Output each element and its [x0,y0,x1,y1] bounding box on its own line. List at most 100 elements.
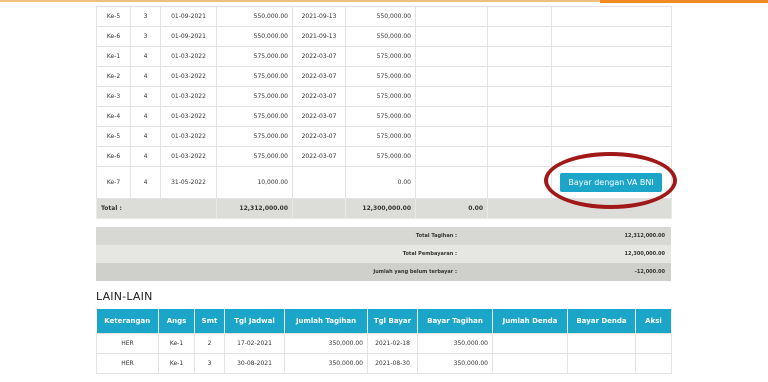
smt-cell: 2 [194,332,225,354]
angs-cell: Ke-1 [158,332,195,354]
aksi-cell [551,86,672,107]
jumlah-tagihan-cell: 575,000.00 [216,66,293,87]
payment-row: Ke-2 4 01-03-2022 575,000.00 2022-03-07 575,0… [96,66,672,87]
payment-row: Ke-3 4 01-03-2022 575,000.00 2022-03-07 575,0… [96,86,672,107]
bayar-denda-cell [487,66,552,87]
angsuran-cell: Ke-1 [96,46,131,67]
jumlah-tagihan-cell: 575,000.00 [216,126,293,147]
lain-header-cell: Keterangan [96,309,159,333]
angsuran-cell: Ke-6 [96,146,131,167]
bayar-denda-cell [487,86,552,107]
summary-total-pembayaran: Total Pembayaran : 12,300,000.00 [96,245,671,263]
total-bayar: 12,300,000.00 [345,198,416,219]
aksi-cell [551,146,672,167]
payment-row: Ke-5 4 01-03-2022 575,000.00 2022-03-07 575,0… [96,126,672,147]
bayar-tagihan-cell: 575,000.00 [345,146,416,167]
keterangan-cell: HER [96,332,159,354]
tgl-bayar-cell [292,166,346,199]
denda-cell [415,66,488,87]
summary-belum-terbayar: Jumlah yang belum terbayar : -12,000.00 [96,263,671,281]
pay-va-bni-button[interactable]: Bayar dengan VA BNI [560,173,662,192]
bayar-denda-cell [487,126,552,147]
bayar-tagihan-cell: 0.00 [345,166,416,199]
angsuran-cell: Ke-3 [96,86,131,107]
aksi-cell [551,126,672,147]
denda-cell [415,166,488,199]
total-empty [487,198,672,219]
tgl-bayar-cell: 2021-08-30 [367,352,418,374]
semester-cell: 4 [130,66,161,87]
bayar-tagihan-cell: 350,000.00 [417,352,493,374]
tgl-jadwal-cell: 01-09-2021 [160,6,217,27]
tgl-bayar-cell: 2022-03-07 [292,66,346,87]
tgl-bayar-cell: 2021-09-13 [292,6,346,27]
angsuran-cell: Ke-7 [96,166,131,199]
bayar-tagihan-cell: 575,000.00 [345,46,416,67]
bayar-tagihan-cell: 550,000.00 [345,26,416,47]
summary-belum-label: Jumlah yang belum terbayar : [373,269,457,275]
semester-cell: 4 [130,46,161,67]
aksi-cell [551,66,672,87]
lain-header-cell: Tgl Bayar [367,309,418,333]
jumlah-tagihan-cell: 575,000.00 [216,86,293,107]
summary-total-pembayaran-value: 12,300,000.00 [624,251,666,257]
lain-header-cell: Jumlah Denda [492,309,568,333]
summary-belum-value: -12,000.00 [634,269,665,275]
semester-cell: 4 [130,166,161,199]
jumlah-denda-cell [492,352,568,374]
jumlah-tagihan-cell: 350,000.00 [284,332,368,354]
bayar-tagihan-cell: 575,000.00 [345,126,416,147]
semester-cell: 4 [130,146,161,167]
tgl-bayar-cell: 2021-09-13 [292,26,346,47]
bayar-tagihan-cell: 575,000.00 [345,66,416,87]
bayar-denda-cell [567,352,636,374]
semester-cell: 3 [130,6,161,27]
jumlah-tagihan-cell: 575,000.00 [216,146,293,167]
bayar-denda-cell [487,46,552,67]
payment-row: Ke-6 3 01-09-2021 550,000.00 2021-09-13 550,0… [96,26,672,47]
bayar-tagihan-cell: 350,000.00 [417,332,493,354]
total-tagihan: 12,312,000.00 [216,198,293,219]
tgl-jadwal-cell: 31-05-2022 [160,166,217,199]
payment-row: Ke-1 4 01-03-2022 575,000.00 2022-03-07 575,0… [96,46,672,67]
bayar-denda-cell [487,146,552,167]
jumlah-denda-cell [492,332,568,354]
bayar-tagihan-cell: 575,000.00 [345,106,416,127]
aksi-cell [551,46,672,67]
denda-cell [415,46,488,67]
jumlah-tagihan-cell: 350,000.00 [284,352,368,374]
jumlah-tagihan-cell: 10,000.00 [216,166,293,199]
tgl-jadwal-cell: 01-03-2022 [160,46,217,67]
lain-header-row: Keterangan Angs Smt Tgl Jadwal Jumlah Tagiha… [96,309,672,333]
payment-row: Ke-5 3 01-09-2021 550,000.00 2021-09-13 550,0… [96,6,672,27]
angs-cell: Ke-1 [158,352,195,374]
jumlah-tagihan-cell: 550,000.00 [216,26,293,47]
summary-total-tagihan-value: 12,312,000.00 [624,233,666,239]
denda-cell [415,6,488,27]
payment-total-row: Total : 12,312,000.00 12,300,000.00 0.00 [96,198,672,219]
tgl-bayar-cell: 2022-03-07 [292,86,346,107]
bayar-tagihan-cell: 550,000.00 [345,6,416,27]
tgl-bayar-cell: 2022-03-07 [292,46,346,67]
semester-cell: 4 [130,126,161,147]
aksi-cell [551,6,672,27]
section-title-lain-lain: LAIN-LAIN [96,290,153,303]
angsuran-cell: Ke-5 [96,6,131,27]
aksi-cell [635,332,672,354]
semester-cell: 4 [130,106,161,127]
aksi-cell [551,106,672,127]
payment-row: Ke-6 4 01-03-2022 575,000.00 2022-03-07 575,0… [96,146,672,167]
jumlah-tagihan-cell: 575,000.00 [216,46,293,67]
total-denda: 0.00 [415,198,488,219]
lain-row: HER Ke-1 3 30-08-2021 350,000.00 2021-08-30 35… [96,352,672,374]
aksi-cell [635,352,672,374]
semester-cell: 3 [130,26,161,47]
jumlah-tagihan-cell: 575,000.00 [216,106,293,127]
angsuran-cell: Ke-4 [96,106,131,127]
tgl-jadwal-cell: 01-03-2022 [160,66,217,87]
tgl-bayar-cell: 2022-03-07 [292,126,346,147]
lain-header-cell: Smt [194,309,225,333]
payment-row: Ke-4 4 01-03-2022 575,000.00 2022-03-07 575,0… [96,106,672,127]
tgl-bayar-cell: 2022-03-07 [292,146,346,167]
bayar-denda-cell [487,6,552,27]
